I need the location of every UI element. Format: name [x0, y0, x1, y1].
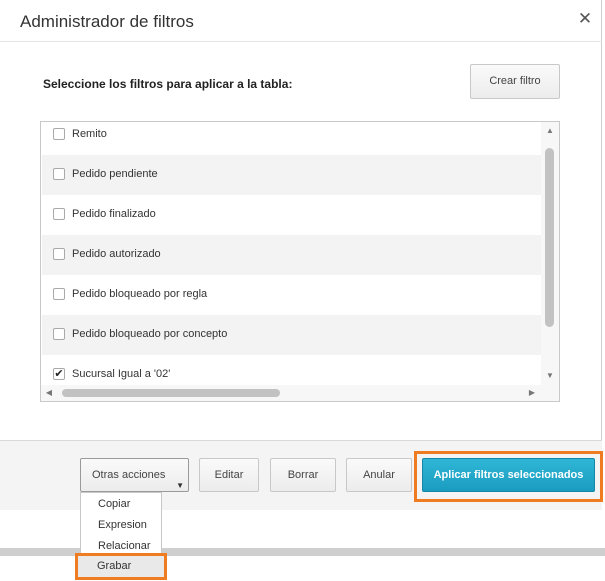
delete-button[interactable]: Borrar: [270, 458, 336, 492]
filter-checkbox[interactable]: ✔: [53, 368, 65, 380]
filter-label: Pedido pendiente: [72, 168, 158, 180]
menu-item-copiar[interactable]: Copiar: [98, 498, 130, 510]
filter-row[interactable]: Remito: [42, 122, 541, 155]
create-filter-button[interactable]: Crear filtro: [470, 64, 560, 99]
menu-item-relacionar[interactable]: Relacionar: [98, 540, 151, 552]
filter-checkbox[interactable]: [53, 208, 65, 220]
filter-label: Pedido bloqueado por concepto: [72, 328, 228, 340]
filter-label: Pedido finalizado: [72, 208, 156, 220]
filter-label: Sucursal Igual a '02': [72, 368, 171, 380]
chevron-down-icon: ▼: [176, 481, 184, 490]
scroll-up-icon[interactable]: ▲: [541, 126, 559, 136]
edit-button[interactable]: Editar: [199, 458, 259, 492]
close-icon[interactable]: ✕: [576, 10, 594, 28]
filter-list[interactable]: Remito Pedido pendiente Pedido finalizado P…: [40, 121, 560, 402]
menu-item-grabar[interactable]: Grabar: [97, 560, 131, 572]
other-actions-menu: Copiar Expresion Relacionar: [80, 492, 162, 560]
instruction-text: Seleccione los filtros para aplicar a la…: [43, 77, 293, 91]
filter-row[interactable]: Pedido finalizado: [42, 195, 541, 235]
filter-label: Remito: [72, 128, 107, 140]
menu-item-expresion[interactable]: Expresion: [98, 519, 147, 531]
filter-row[interactable]: Pedido bloqueado por concepto: [42, 315, 541, 355]
filter-row[interactable]: Pedido autorizado: [42, 235, 541, 275]
filter-checkbox[interactable]: [53, 248, 65, 260]
vertical-scroll-thumb[interactable]: [545, 148, 554, 327]
horizontal-scrollbar[interactable]: ◀ ▶: [41, 385, 559, 401]
scroll-right-icon[interactable]: ▶: [525, 388, 539, 398]
filter-checkbox[interactable]: [53, 288, 65, 300]
filter-manager-dialog: Administrador de filtros ✕ Seleccione lo…: [0, 0, 602, 510]
dialog-title-bar: Administrador de filtros ✕: [0, 0, 602, 42]
filter-label: Pedido autorizado: [72, 248, 161, 260]
scroll-left-icon[interactable]: ◀: [42, 388, 56, 398]
apply-filters-button[interactable]: Aplicar filtros seleccionados: [422, 458, 595, 492]
filter-row[interactable]: Pedido bloqueado por regla: [42, 275, 541, 315]
filter-checkbox[interactable]: [53, 328, 65, 340]
scroll-down-icon[interactable]: ▼: [541, 371, 559, 381]
other-actions-label: Otras acciones: [92, 469, 166, 481]
cancel-button[interactable]: Anular: [346, 458, 412, 492]
filter-row[interactable]: Pedido pendiente: [42, 155, 541, 195]
other-actions-dropdown[interactable]: Otras acciones ▼: [80, 458, 189, 492]
filter-checkbox[interactable]: [53, 128, 65, 140]
horizontal-scroll-thumb[interactable]: [62, 389, 280, 397]
dialog-title: Administrador de filtros: [20, 12, 194, 31]
filter-label: Pedido bloqueado por regla: [72, 288, 208, 300]
vertical-scrollbar[interactable]: ▲ ▼: [541, 122, 559, 385]
filter-checkbox[interactable]: [53, 168, 65, 180]
